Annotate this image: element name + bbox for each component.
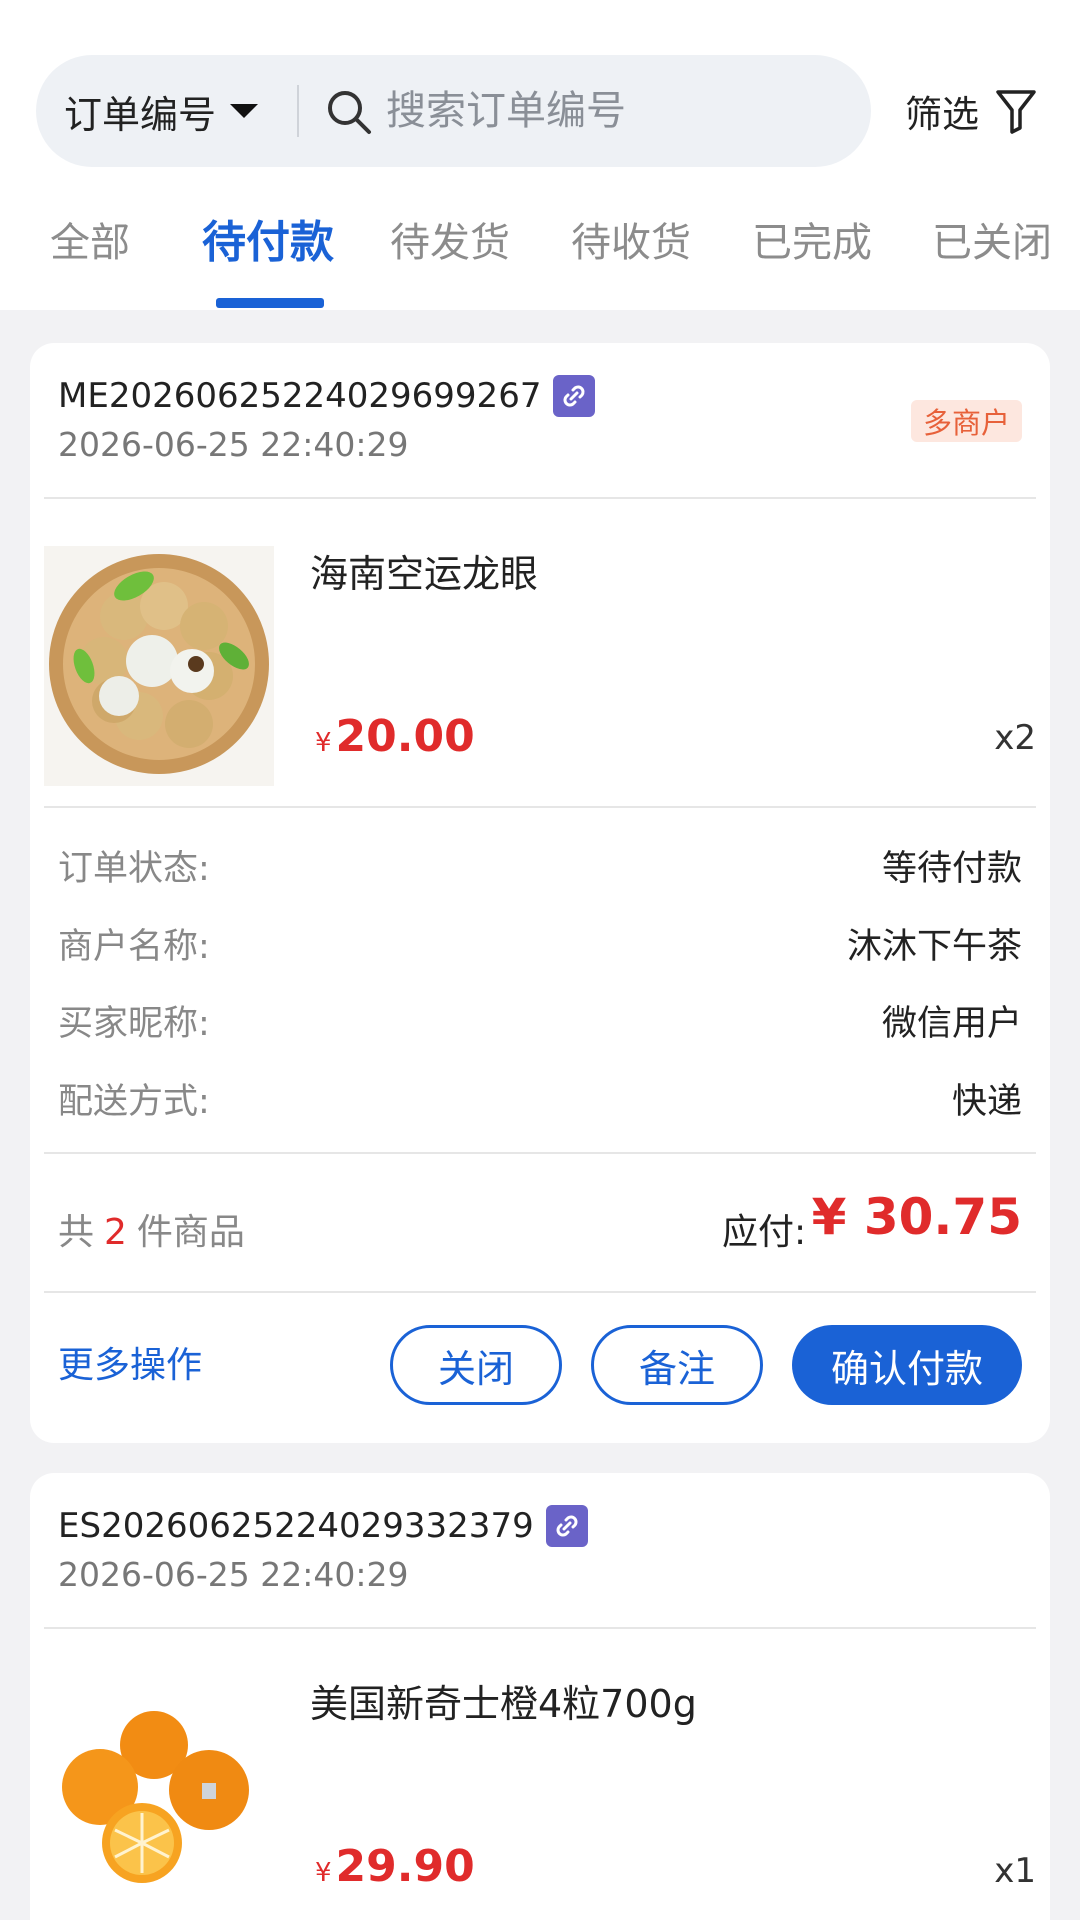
multi-merchant-badge: 多商户 bbox=[910, 400, 1022, 442]
price-value: 20.00 bbox=[335, 711, 475, 762]
product-quantity: x2 bbox=[994, 718, 1036, 758]
amount-due-label: 应付: bbox=[722, 1212, 807, 1253]
tab-all[interactable]: 全部 bbox=[50, 210, 130, 270]
product-price: ¥29.90 bbox=[315, 1841, 475, 1892]
divider bbox=[44, 1152, 1036, 1154]
delivery-method-label: 配送方式: bbox=[58, 1082, 210, 1122]
item-count-summary: 共 2 件商品 bbox=[58, 1203, 245, 1255]
tab-completed[interactable]: 已完成 bbox=[752, 210, 872, 270]
divider bbox=[44, 497, 1036, 499]
active-tab-indicator bbox=[216, 298, 324, 308]
link-icon[interactable] bbox=[545, 1505, 588, 1547]
caret-down-icon bbox=[230, 104, 259, 118]
product-price: ¥20.00 bbox=[315, 711, 475, 762]
price-value: 29.90 bbox=[335, 1841, 475, 1892]
status-tabs: 全部 待付款 待发货 待收货 已完成 已关闭 bbox=[0, 200, 1080, 310]
close-order-button[interactable]: 关闭 bbox=[390, 1325, 562, 1405]
order-number: ME20260625224029699267 bbox=[58, 375, 596, 417]
filter-label: 筛选 bbox=[905, 93, 979, 136]
product-name: 美国新奇士橙4粒700g bbox=[310, 1682, 697, 1726]
search-field-label: 订单编号 bbox=[64, 92, 217, 137]
tab-pending-receipt[interactable]: 待收货 bbox=[571, 210, 691, 270]
item-count-prefix: 共 bbox=[58, 1212, 95, 1253]
delivery-method-value: 快递 bbox=[951, 1082, 1022, 1122]
tab-pending-shipment[interactable]: 待发货 bbox=[390, 210, 510, 270]
more-actions-link[interactable]: 更多操作 bbox=[58, 1336, 202, 1388]
order-time: 2026-06-25 22:40:29 bbox=[58, 1555, 409, 1594]
orange-product-image bbox=[44, 1695, 274, 1920]
order-number-text: ES20260625224029332379 bbox=[58, 1506, 534, 1546]
amount-due-value: ¥ 30.75 bbox=[811, 1188, 1022, 1246]
buyer-nickname-value: 微信用户 bbox=[881, 1004, 1022, 1044]
merchant-name-label: 商户名称: bbox=[58, 927, 210, 967]
currency-symbol: ¥ bbox=[315, 728, 332, 758]
note-button[interactable]: 备注 bbox=[591, 1325, 763, 1405]
watermark: 千问AI生成 bbox=[790, 1889, 980, 1920]
search-input[interactable] bbox=[386, 55, 846, 167]
search-divider bbox=[297, 85, 299, 137]
divider bbox=[44, 1627, 1036, 1629]
longan-product-image bbox=[44, 546, 274, 786]
search-icon bbox=[328, 91, 371, 134]
item-count-suffix: 件商品 bbox=[136, 1212, 245, 1253]
order-number: ES20260625224029332379 bbox=[58, 1505, 588, 1547]
order-time: 2026-06-25 22:40:29 bbox=[58, 425, 409, 464]
product-name: 海南空运龙眼 bbox=[310, 552, 539, 596]
divider bbox=[44, 1291, 1036, 1293]
currency-symbol: ¥ bbox=[315, 1858, 332, 1888]
search-bar: 订单编号 bbox=[36, 55, 871, 167]
funnel-icon bbox=[996, 90, 1036, 134]
order-status-value: 等待付款 bbox=[881, 849, 1022, 889]
item-count: 2 bbox=[104, 1212, 127, 1253]
tab-pending-payment[interactable]: 待付款 bbox=[202, 206, 334, 268]
merchant-name-value: 沐沐下午茶 bbox=[846, 927, 1022, 967]
order-card[interactable]: ME20260625224029699267 2026-06-25 22:40:… bbox=[30, 343, 1050, 1443]
product-quantity: x1 bbox=[994, 1851, 1036, 1891]
order-number-text: ME20260625224029699267 bbox=[58, 376, 542, 416]
link-icon[interactable] bbox=[553, 375, 596, 417]
order-card[interactable]: ES20260625224029332379 2026-06-25 22:40:… bbox=[30, 1473, 1050, 1920]
confirm-payment-button[interactable]: 确认付款 bbox=[792, 1325, 1022, 1405]
filter-button[interactable]: 筛选 bbox=[905, 80, 1037, 142]
buyer-nickname-label: 买家昵称: bbox=[58, 1004, 210, 1044]
divider bbox=[44, 806, 1036, 808]
order-status-label: 订单状态: bbox=[58, 849, 210, 889]
tab-closed[interactable]: 已关闭 bbox=[932, 210, 1052, 270]
search-field-select[interactable]: 订单编号 bbox=[64, 55, 259, 167]
header: 订单编号 筛选 全部 待付款 待发货 待收货 已完成 已关闭 bbox=[0, 0, 1080, 310]
